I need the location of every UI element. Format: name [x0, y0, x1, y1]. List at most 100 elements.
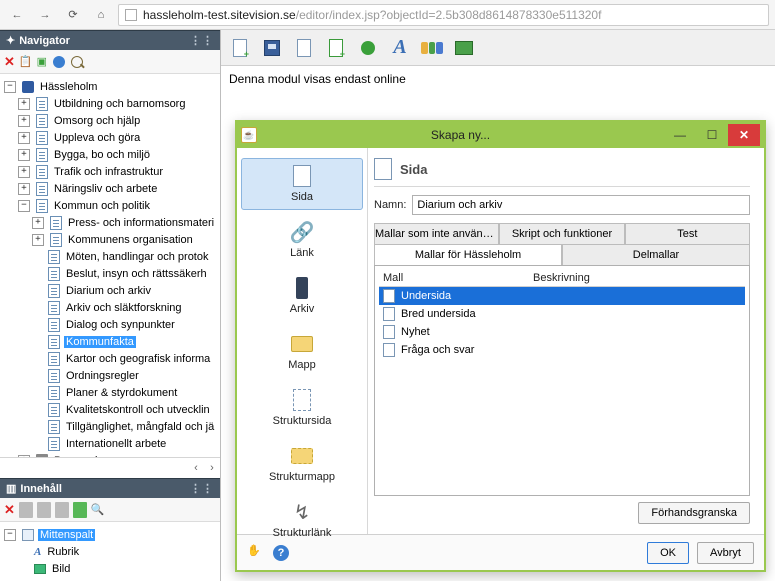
content-panel-header[interactable]: ▥ Innehåll ⋮⋮	[0, 478, 220, 498]
maximize-button[interactable]: ☐	[696, 124, 728, 146]
preview-icon[interactable]	[293, 37, 315, 59]
tree-node[interactable]: +Utbildning och barnomsorg	[2, 95, 218, 112]
page-icon[interactable]	[55, 502, 69, 518]
expand-toggle[interactable]: +	[32, 217, 44, 229]
panel-grip-icon[interactable]: ⋮⋮	[190, 482, 214, 495]
tree-node[interactable]: +Trafik och infrastruktur	[2, 163, 218, 180]
content-root[interactable]: − Mittenspalt	[2, 526, 218, 543]
expand-toggle[interactable]: +	[18, 183, 30, 195]
template-row[interactable]: Bred undersida	[379, 305, 745, 323]
category-arkiv[interactable]: Arkiv	[241, 270, 363, 322]
delete-icon[interactable]: ✕	[4, 502, 15, 518]
navigator-tree[interactable]: − Hässleholm +Utbildning och barnomsorg+…	[0, 74, 220, 457]
globe-icon[interactable]	[53, 56, 65, 68]
expand-toggle[interactable]: −	[4, 529, 16, 541]
export-icon[interactable]	[325, 37, 347, 59]
tree-node[interactable]: Arkiv och släktforskning	[2, 299, 218, 316]
tree-node-politics[interactable]: − Kommun och politik	[2, 197, 218, 214]
forward-button[interactable]: →	[34, 4, 56, 26]
expand-toggle[interactable]: −	[18, 200, 30, 212]
new-page-icon[interactable]	[229, 37, 251, 59]
category-mapp[interactable]: Mapp	[241, 326, 363, 378]
tab[interactable]: Test	[625, 223, 750, 244]
image-icon[interactable]	[453, 37, 475, 59]
page-icon[interactable]	[73, 502, 87, 518]
tree-node[interactable]: +Bygga, bo och miljö	[2, 146, 218, 163]
name-label: Namn:	[374, 199, 406, 211]
preview-button[interactable]: Förhandsgranska	[638, 502, 750, 524]
expand-toggle[interactable]: +	[18, 166, 30, 178]
category-strukturmapp[interactable]: Strukturmapp	[241, 438, 363, 490]
tree-node[interactable]: Kvalitetskontroll och utvecklin	[2, 401, 218, 418]
tree-node[interactable]: Möten, handlingar och protok	[2, 248, 218, 265]
content-node[interactable]: A Rubrik	[2, 543, 218, 560]
cancel-button[interactable]: Avbryt	[697, 542, 754, 564]
tree-node[interactable]: Dialog och synpunkter	[2, 316, 218, 333]
content-tree[interactable]: − Mittenspalt A Rubrik Bild	[0, 522, 220, 581]
horizontal-scrollbar[interactable]: ‹ ›	[0, 457, 220, 478]
tree-node[interactable]: Kartor och geografisk informa	[2, 350, 218, 367]
save-icon[interactable]	[261, 37, 283, 59]
tree-node[interactable]: +Uppleva och göra	[2, 129, 218, 146]
tree-node[interactable]: +Näringsliv och arbete	[2, 180, 218, 197]
tree-node[interactable]: +Omsorg och hjälp	[2, 112, 218, 129]
template-row[interactable]: Nyhet	[379, 323, 745, 341]
text-style-icon[interactable]: A	[389, 37, 411, 59]
category-sida[interactable]: Sida	[241, 158, 363, 210]
image-icon	[34, 564, 46, 574]
template-row[interactable]: Undersida	[379, 287, 745, 305]
help-icon[interactable]: ?	[273, 545, 289, 561]
tab[interactable]: Delmallar	[562, 244, 750, 266]
tree-node[interactable]: Internationellt arbete	[2, 435, 218, 452]
tree-node[interactable]: Tillgänglighet, mångfald och jä	[2, 418, 218, 435]
tree-node[interactable]: Ordningsregler	[2, 367, 218, 384]
category-struktursida[interactable]: Struktursida	[241, 382, 363, 434]
tab[interactable]: Mallar som inte används så ofta	[374, 223, 499, 244]
delete-icon[interactable]: ✕	[4, 54, 15, 70]
column-mall[interactable]: Mall	[383, 272, 533, 284]
expand-toggle[interactable]: +	[32, 234, 44, 246]
offline-message: Denna modul visas endast online	[221, 66, 775, 92]
shield-icon[interactable]: ▣	[37, 55, 47, 68]
clipboard-icon[interactable]: 📋	[19, 55, 33, 68]
tree-node[interactable]: +Press- och informationsmateri	[2, 214, 218, 231]
address-bar[interactable]: hassleholm-test.sitevision.se/editor/ind…	[118, 4, 769, 26]
panel-grip-icon[interactable]: ⋮⋮	[190, 34, 214, 47]
template-row[interactable]: Fråga och svar	[379, 341, 745, 359]
tree-node[interactable]: +Kommunens organisation	[2, 231, 218, 248]
scroll-left-icon[interactable]: ‹	[188, 460, 204, 476]
expand-toggle[interactable]: +	[18, 132, 30, 144]
accessibility-icon[interactable]: ✋	[247, 544, 265, 562]
name-input[interactable]	[412, 195, 750, 215]
navigator-panel-header[interactable]: ✦ Navigator ⋮⋮	[0, 30, 220, 50]
close-button[interactable]: ✕	[728, 124, 760, 146]
expand-toggle[interactable]: +	[18, 98, 30, 110]
page-icon[interactable]	[37, 502, 51, 518]
content-node[interactable]: Bild	[2, 560, 218, 577]
publish-icon[interactable]	[357, 37, 379, 59]
tree-node[interactable]: Diarium och arkiv	[2, 282, 218, 299]
tree-node[interactable]: Planer & styrdokument	[2, 384, 218, 401]
category-strukturlänk[interactable]: ↯Strukturlänk	[241, 494, 363, 546]
page-icon[interactable]	[19, 502, 33, 518]
back-button[interactable]: ←	[6, 4, 28, 26]
expand-toggle[interactable]: −	[4, 81, 16, 93]
zoom-icon[interactable]: 🔍	[91, 503, 105, 516]
expand-toggle[interactable]: +	[18, 115, 30, 127]
tree-node[interactable]: Beslut, insyn och rättssäkerh	[2, 265, 218, 282]
search-icon[interactable]	[71, 56, 83, 68]
dialog-titlebar[interactable]: ☕ Skapa ny... — ☐ ✕	[237, 122, 764, 148]
column-beskrivning[interactable]: Beskrivning	[533, 272, 590, 284]
tab[interactable]: Mallar för Hässleholm	[374, 244, 562, 266]
ok-button[interactable]: OK	[647, 542, 689, 564]
tree-node[interactable]: Kommunfakta	[2, 333, 218, 350]
home-button[interactable]: ⌂	[90, 4, 112, 26]
expand-toggle[interactable]: +	[18, 149, 30, 161]
tab[interactable]: Skript och funktioner	[499, 223, 624, 244]
minimize-button[interactable]: —	[664, 124, 696, 146]
reload-button[interactable]: ⟳	[62, 4, 84, 26]
image-gallery-icon[interactable]	[421, 37, 443, 59]
tree-root[interactable]: − Hässleholm	[2, 78, 218, 95]
category-länk[interactable]: 🔗Länk	[241, 214, 363, 266]
scroll-right-icon[interactable]: ›	[204, 460, 220, 476]
